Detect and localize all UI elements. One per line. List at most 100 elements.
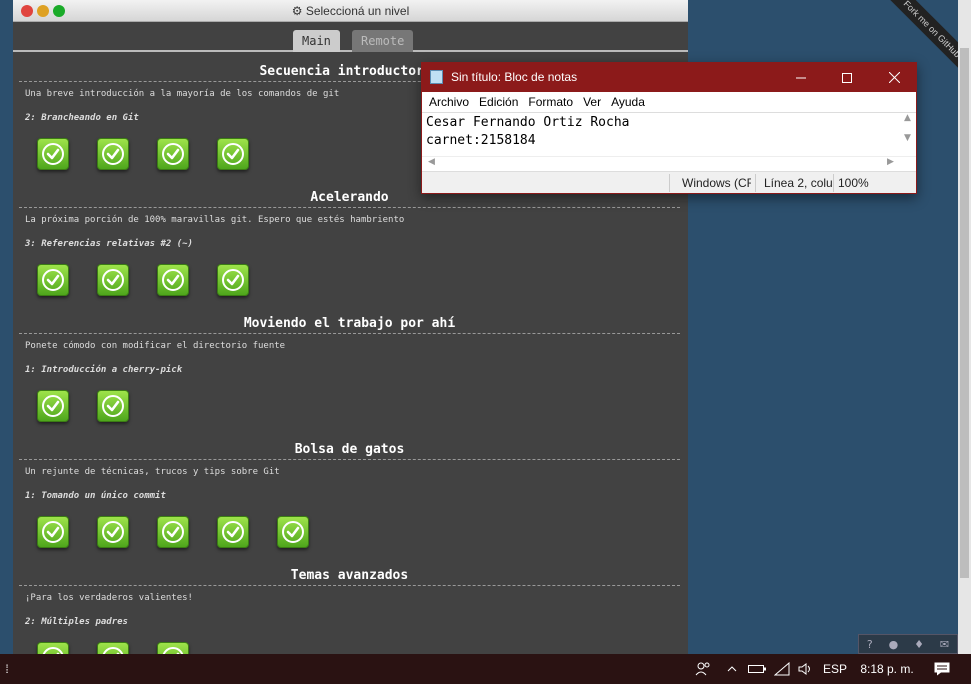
language-indicator[interactable]: ESP bbox=[822, 654, 848, 684]
level-button[interactable] bbox=[217, 516, 249, 548]
close-dot[interactable] bbox=[21, 5, 33, 17]
volume-icon[interactable] bbox=[796, 654, 816, 684]
current-level-label: 2: Múltiples padres bbox=[25, 617, 128, 627]
level-button[interactable] bbox=[37, 390, 69, 422]
maximize-icon[interactable] bbox=[824, 63, 870, 92]
level-grid bbox=[19, 508, 680, 556]
level-button[interactable] bbox=[97, 390, 129, 422]
battery-icon[interactable] bbox=[747, 654, 767, 684]
sequence-description: Un rejunte de técnicas, trucos y tips so… bbox=[25, 467, 280, 477]
twitter-icon[interactable]: ♦ bbox=[914, 638, 924, 651]
current-level-label: 1: Tomando un único commit bbox=[25, 491, 166, 501]
status-divider bbox=[755, 174, 756, 192]
status-zoom: 100% bbox=[838, 176, 869, 190]
notepad-window: Sin título: Bloc de notas Archivo Edició… bbox=[421, 62, 917, 194]
check-icon bbox=[221, 520, 245, 544]
check-icon bbox=[101, 268, 125, 292]
minimize-dot[interactable] bbox=[37, 5, 49, 17]
level-button[interactable] bbox=[217, 138, 249, 170]
tab-main[interactable]: Main bbox=[293, 30, 340, 52]
status-position: Línea 2, colu bbox=[764, 176, 833, 190]
page-scrollbar[interactable] bbox=[958, 0, 971, 654]
scroll-left-icon[interactable]: ◀ bbox=[428, 157, 435, 167]
clock[interactable]: 8:18 p. m. bbox=[858, 654, 916, 684]
check-icon bbox=[101, 142, 125, 166]
check-icon bbox=[101, 520, 125, 544]
notepad-vertical-scrollbar[interactable]: ▲ ▼ bbox=[899, 113, 916, 157]
check-icon bbox=[41, 520, 65, 544]
notepad-editor[interactable]: Cesar Fernando Ortiz Rocha carnet:215818… bbox=[422, 112, 916, 157]
check-icon bbox=[101, 646, 125, 654]
close-icon[interactable] bbox=[871, 63, 917, 92]
sequence-title: Temas avanzados bbox=[19, 566, 680, 586]
share-icon[interactable]: ✉ bbox=[940, 638, 949, 651]
sequence-description: ¡Para los verdaderos valientes! bbox=[25, 593, 193, 603]
level-button[interactable] bbox=[157, 642, 189, 654]
zoom-dot[interactable] bbox=[53, 5, 65, 17]
check-icon bbox=[281, 520, 305, 544]
notepad-title: Sin título: Bloc de notas bbox=[451, 70, 578, 84]
check-icon bbox=[161, 268, 185, 292]
taskbar: ⁞ ESP 8:18 p. m. bbox=[0, 654, 971, 684]
level-button[interactable] bbox=[97, 138, 129, 170]
check-icon bbox=[161, 142, 185, 166]
level-grid bbox=[19, 256, 680, 304]
page-scrollbar-thumb[interactable] bbox=[960, 48, 969, 578]
notepad-statusbar: Windows (CR Línea 2, colu 100% bbox=[422, 171, 916, 193]
social-share-bar[interactable]: ? ● ♦ ✉ bbox=[858, 634, 958, 654]
check-icon bbox=[161, 520, 185, 544]
window-title: ⚙ Seleccioná un nivel bbox=[291, 4, 410, 18]
task-view-icon[interactable]: ⁞ bbox=[0, 654, 14, 684]
sequence-description: La próxima porción de 100% maravillas gi… bbox=[25, 215, 405, 225]
notepad-titlebar: Sin título: Bloc de notas bbox=[422, 63, 916, 92]
check-icon bbox=[41, 394, 65, 418]
notepad-text[interactable]: Cesar Fernando Ortiz Rocha carnet:215818… bbox=[422, 113, 916, 151]
menu-ayuda[interactable]: Ayuda bbox=[606, 92, 650, 112]
level-button[interactable] bbox=[277, 516, 309, 548]
level-button[interactable] bbox=[97, 516, 129, 548]
sequence-section: Acelerando La próxima porción de 100% mar… bbox=[19, 188, 680, 304]
level-button[interactable] bbox=[37, 516, 69, 548]
level-grid bbox=[19, 382, 680, 430]
notepad-menubar: Archivo Edición Formato Ver Ayuda bbox=[422, 92, 916, 112]
level-button[interactable] bbox=[97, 264, 129, 296]
menu-edicion[interactable]: Edición bbox=[474, 92, 523, 112]
menu-ver[interactable]: Ver bbox=[578, 92, 606, 112]
chevron-up-icon[interactable] bbox=[724, 654, 740, 684]
level-grid bbox=[19, 634, 680, 654]
current-level-label: 3: Referencias relativas #2 (~) bbox=[25, 239, 193, 249]
sequence-section: Bolsa de gatos Un rejunte de técnicas, tr… bbox=[19, 440, 680, 556]
level-button[interactable] bbox=[217, 264, 249, 296]
sequence-title: Moviendo el trabajo por ahí bbox=[19, 314, 680, 334]
status-divider bbox=[833, 174, 834, 192]
sequence-description: Ponete cómodo con modificar el directori… bbox=[25, 341, 286, 351]
scroll-right-icon[interactable]: ▶ bbox=[887, 157, 894, 167]
tab-remote[interactable]: Remote bbox=[352, 30, 414, 52]
people-icon[interactable] bbox=[692, 654, 714, 684]
globe-icon[interactable]: ● bbox=[889, 638, 899, 651]
help-icon[interactable]: ? bbox=[867, 638, 873, 651]
notepad-horizontal-scrollbar[interactable]: ◀ ▶ bbox=[422, 156, 916, 171]
level-button[interactable] bbox=[37, 642, 69, 654]
sequence-section: Moviendo el trabajo por ahí Ponete cómodo… bbox=[19, 314, 680, 430]
level-button[interactable] bbox=[37, 264, 69, 296]
check-icon bbox=[221, 268, 245, 292]
tab-bar: Main Remote bbox=[13, 22, 688, 52]
wifi-icon[interactable] bbox=[772, 654, 792, 684]
menu-formato[interactable]: Formato bbox=[523, 92, 578, 112]
level-button[interactable] bbox=[157, 516, 189, 548]
level-button[interactable] bbox=[37, 138, 69, 170]
level-button[interactable] bbox=[97, 642, 129, 654]
level-button[interactable] bbox=[157, 138, 189, 170]
notepad-icon bbox=[430, 70, 443, 84]
current-level-label: 1: Introducción a cherry-pick bbox=[25, 365, 183, 375]
level-button[interactable] bbox=[157, 264, 189, 296]
window-titlebar: ⚙ Seleccioná un nivel bbox=[13, 0, 688, 22]
menu-archivo[interactable]: Archivo bbox=[424, 92, 474, 112]
sequence-section: Temas avanzados ¡Para los verdaderos vali… bbox=[19, 566, 680, 654]
check-icon bbox=[41, 268, 65, 292]
minimize-icon[interactable] bbox=[778, 63, 824, 92]
check-icon bbox=[41, 142, 65, 166]
notifications-icon[interactable] bbox=[928, 654, 956, 684]
window-controls bbox=[21, 5, 65, 17]
